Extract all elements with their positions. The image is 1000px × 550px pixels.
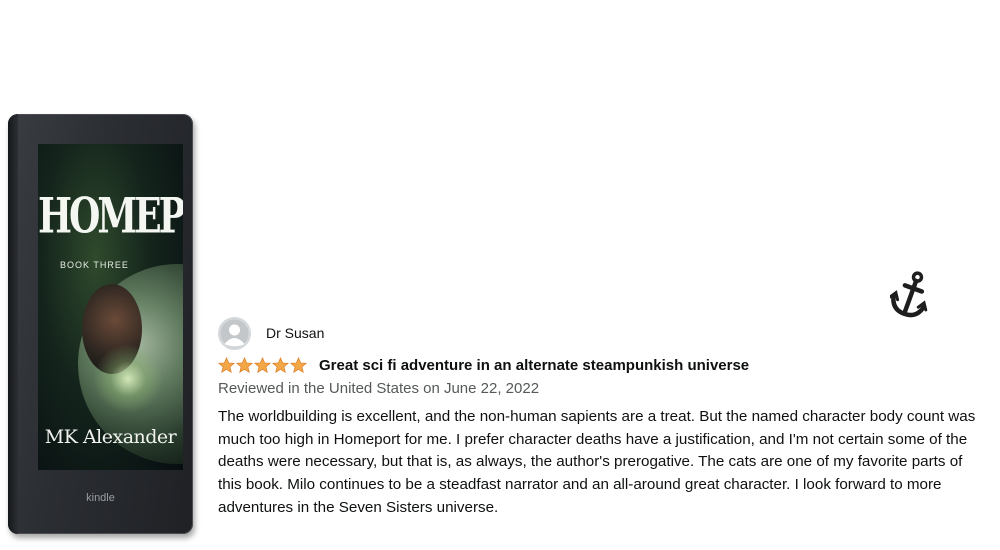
anchor-icon [888, 270, 932, 320]
reviewer-row: Dr Susan [218, 316, 993, 350]
reviewer-name[interactable]: Dr Susan [266, 325, 324, 341]
star-icon [254, 357, 271, 374]
star-icon [290, 357, 307, 374]
kindle-device-image: HOMEPORT BOOK THREE MK Alexander kindle [8, 114, 193, 534]
kindle-brand-label: kindle [86, 492, 115, 504]
cover-author: MK Alexander [44, 426, 177, 448]
review-body: The worldbuilding is excellent, and the … [218, 408, 976, 516]
review-title-row: Great sci fi adventure in an alternate s… [218, 357, 993, 374]
review-title[interactable]: Great sci fi adventure in an alternate s… [319, 357, 749, 374]
kindle-edge [8, 114, 18, 534]
star-rating [218, 357, 307, 374]
star-icon [218, 357, 235, 374]
star-icon [272, 357, 289, 374]
star-icon [236, 357, 253, 374]
cover-title: HOMEPORT [38, 188, 183, 245]
user-avatar-icon [218, 316, 251, 350]
customer-review: Dr Susan Great sci fi adventure in an al… [218, 316, 993, 520]
book-cover: HOMEPORT BOOK THREE MK Alexander [38, 144, 183, 470]
review-date: Reviewed in the United States on June 22… [218, 380, 540, 397]
cover-subtitle: BOOK THREE [60, 260, 129, 270]
cover-glow [93, 344, 163, 414]
